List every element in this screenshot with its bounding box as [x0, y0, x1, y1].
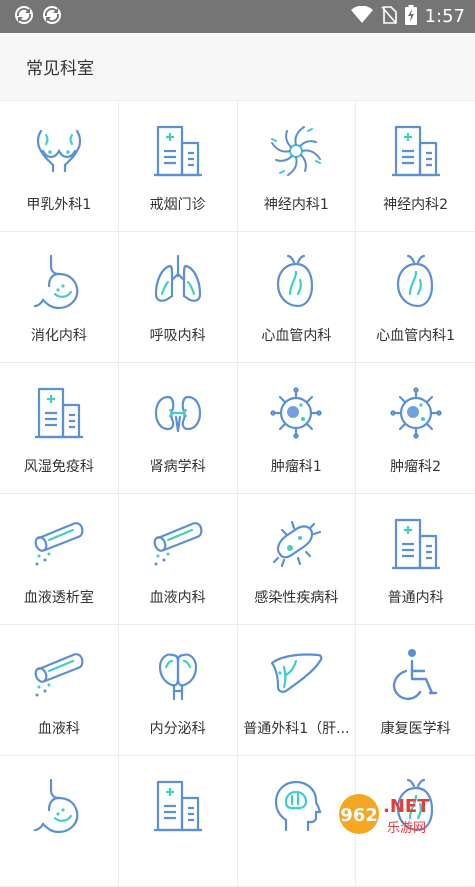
blood-tube-icon	[29, 514, 89, 574]
watermark-suffix: .NET	[383, 796, 430, 817]
department-item[interactable]: 肿瘤科2	[356, 363, 475, 494]
department-label: 血液科	[38, 718, 80, 738]
status-bar-right: 1:57	[351, 5, 465, 29]
department-label: 肿瘤科2	[390, 456, 441, 476]
sync-icon	[42, 5, 62, 29]
department-item[interactable]	[0, 756, 119, 887]
department-item[interactable]	[119, 756, 238, 887]
watermark-subtext: 乐游网	[387, 821, 426, 836]
wheelchair-icon	[386, 645, 446, 705]
department-item[interactable]: 神经内科1	[238, 101, 357, 232]
wifi-icon	[351, 6, 373, 28]
stomach-icon	[29, 252, 89, 312]
department-item[interactable]: 神经内科2	[356, 101, 475, 232]
department-item[interactable]: 感染性疾病科	[238, 494, 357, 625]
department-item[interactable]: 肾病学科	[119, 363, 238, 494]
department-label: 消化内科	[31, 325, 87, 345]
department-label: 普通外科1（肝...	[243, 718, 349, 738]
department-item[interactable]: 普通外科1（肝...	[238, 625, 357, 756]
page-title: 常见科室	[26, 54, 94, 79]
department-item[interactable]: 康复医学科	[356, 625, 475, 756]
department-item[interactable]: 风湿免疫科	[0, 363, 119, 494]
status-time: 1:57	[425, 6, 465, 27]
department-grid: 甲乳外科1 戒烟门诊 神经内科1 神经内科2 消化内科 呼吸内科 心血管内科 心…	[0, 100, 475, 887]
department-label: 血液内科	[150, 587, 206, 607]
blood-tube-icon	[29, 645, 89, 705]
department-item[interactable]: 肿瘤科1	[238, 363, 357, 494]
department-item[interactable]: 呼吸内科	[119, 232, 238, 363]
department-item[interactable]: 血液科	[0, 625, 119, 756]
department-label: 神经内科1	[264, 194, 329, 214]
bacteria-icon	[266, 514, 326, 574]
status-bar: 1:57	[0, 0, 475, 33]
watermark-logo-number: 962	[340, 805, 378, 826]
department-label: 血液透析室	[24, 587, 94, 607]
heart-icon	[386, 252, 446, 312]
tumor-cell-icon	[386, 383, 446, 443]
section-header: 常见科室	[0, 33, 475, 100]
liver-icon	[266, 645, 326, 705]
breast-icon	[29, 121, 89, 181]
battery-charging-icon	[405, 5, 417, 29]
department-item[interactable]: 心血管内科1	[356, 232, 475, 363]
blood-tube-icon	[148, 514, 208, 574]
department-item[interactable]: 甲乳外科1	[0, 101, 119, 232]
department-item[interactable]: 血液透析室	[0, 494, 119, 625]
tumor-cell-icon	[266, 383, 326, 443]
heart-icon	[266, 252, 326, 312]
department-label: 心血管内科	[261, 325, 331, 345]
department-label: 肿瘤科1	[271, 456, 322, 476]
department-label: 甲乳外科1	[26, 194, 91, 214]
department-label: 风湿免疫科	[24, 456, 94, 476]
sync-icon	[14, 5, 34, 29]
department-label: 戒烟门诊	[150, 194, 206, 214]
department-label: 康复医学科	[381, 718, 451, 738]
department-item[interactable]: 内分泌科	[119, 625, 238, 756]
hospital-building-icon	[386, 121, 446, 181]
status-bar-left	[14, 5, 62, 29]
department-item[interactable]: 消化内科	[0, 232, 119, 363]
watermark-logo: 962 .NET 乐游网	[337, 788, 467, 840]
hospital-building-icon	[148, 121, 208, 181]
kidneys-icon	[148, 383, 208, 443]
department-item[interactable]: 血液内科	[119, 494, 238, 625]
thyroid-icon	[148, 645, 208, 705]
department-label: 感染性疾病科	[254, 587, 338, 607]
department-item[interactable]: 普通内科	[356, 494, 475, 625]
department-item[interactable]: 戒烟门诊	[119, 101, 238, 232]
department-label: 呼吸内科	[150, 325, 206, 345]
lungs-icon	[148, 252, 208, 312]
neuron-icon	[266, 121, 326, 181]
stomach-icon	[29, 776, 89, 836]
department-label: 普通内科	[388, 587, 444, 607]
hospital-building-icon	[29, 383, 89, 443]
hospital-building-icon	[148, 776, 208, 836]
department-label: 肾病学科	[150, 456, 206, 476]
department-label: 神经内科2	[383, 194, 448, 214]
department-item[interactable]: 心血管内科	[238, 232, 357, 363]
department-label: 心血管内科1	[376, 325, 455, 345]
brain-head-icon	[266, 776, 326, 836]
no-sim-icon	[381, 6, 397, 28]
hospital-building-icon	[386, 514, 446, 574]
department-label: 内分泌科	[150, 718, 206, 738]
